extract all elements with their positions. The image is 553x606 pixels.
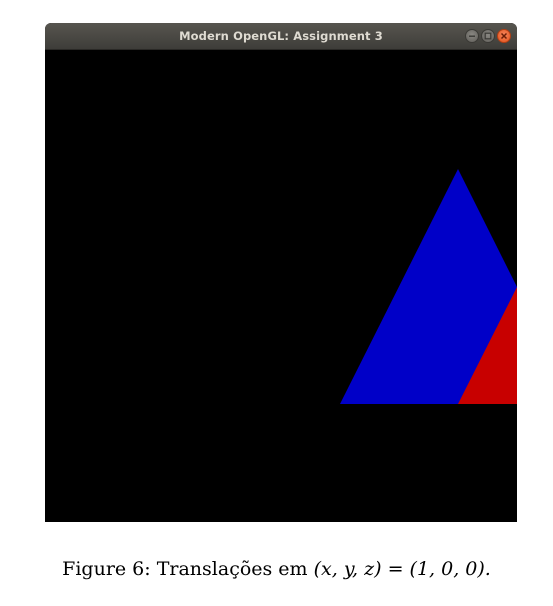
render-viewport[interactable] [45,50,517,522]
caption-label: Figure 6: [62,558,151,580]
window-controls [465,29,511,44]
maximize-icon[interactable] [481,29,495,43]
close-icon[interactable] [497,29,511,43]
figure-caption: Figure 6: Translações em (x, y, z) = (1,… [0,558,553,580]
window-title: Modern OpenGL: Assignment 3 [179,29,383,43]
opengl-window: Modern OpenGL: Assignment 3 [45,23,517,522]
window-titlebar[interactable]: Modern OpenGL: Assignment 3 [45,23,517,50]
minimize-icon[interactable] [465,29,479,43]
caption-expression: (x, y, z) = (1, 0, 0). [313,558,491,580]
caption-text: Translações em [156,558,308,580]
